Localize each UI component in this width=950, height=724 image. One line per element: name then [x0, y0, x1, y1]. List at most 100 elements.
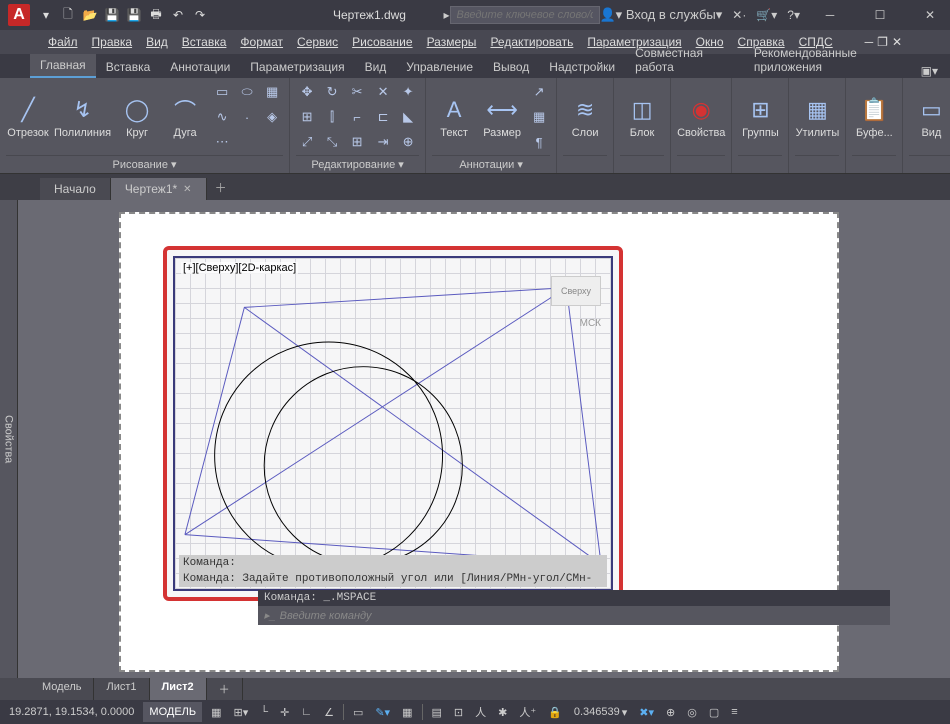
user-icon[interactable]: 👤▾ Вход в службы▾ — [600, 7, 723, 23]
tab-home[interactable]: Главная — [30, 54, 96, 78]
array-icon[interactable]: ⊞ — [346, 131, 368, 153]
tab-parametric[interactable]: Параметризация — [240, 56, 354, 78]
anno-autoscale-icon[interactable]: 人⁺ — [516, 702, 539, 722]
cmd-layers[interactable]: ≋Слои — [563, 95, 607, 139]
cmd-dimension[interactable]: ⟷Размер — [480, 95, 524, 139]
copy-icon[interactable]: ⊞ — [296, 106, 318, 128]
tab-start[interactable]: Начало — [40, 178, 111, 200]
tab-featured[interactable]: Рекомендованные приложения — [744, 42, 921, 78]
tab-output[interactable]: Вывод — [483, 56, 539, 78]
save-icon[interactable]: 💾 — [104, 7, 120, 23]
ribbon-options-icon[interactable]: ▣▾ — [921, 64, 938, 78]
saveas-icon[interactable]: 💾 — [126, 7, 142, 23]
clean-screen-icon[interactable]: ▢ — [706, 702, 722, 722]
redo-icon[interactable]: ↷ — [192, 7, 208, 23]
lock-ui-icon[interactable]: 🔒 — [545, 702, 565, 722]
cmd-arc[interactable]: ⌒Дуга — [163, 95, 207, 139]
cmd-circle[interactable]: ◯Круг — [115, 95, 159, 139]
more-icon[interactable]: ⋯ — [211, 131, 233, 153]
leader-icon[interactable]: ↗ — [528, 81, 550, 103]
dyn-input-icon[interactable]: ▭ — [350, 702, 366, 722]
view-cube[interactable]: Сверху — [551, 276, 601, 306]
plot-icon[interactable]: 🖶 — [148, 7, 164, 23]
menu-file[interactable]: Файл — [48, 35, 78, 49]
tab-model-space[interactable]: Модель — [30, 678, 94, 700]
tab-layout1[interactable]: Лист1 — [94, 678, 149, 700]
tab-collaborate[interactable]: Совместная работа — [625, 42, 744, 78]
scale-icon[interactable]: ⤡ — [321, 131, 343, 153]
ortho-icon[interactable]: └ — [257, 702, 271, 722]
rotate-icon[interactable]: ↻ — [321, 81, 343, 103]
tab-view[interactable]: Вид — [355, 56, 397, 78]
app-logo[interactable]: A — [8, 4, 30, 26]
new-tab-button[interactable]: ＋ — [207, 175, 235, 200]
tab-drawing1[interactable]: Чертеж1*✕ — [111, 178, 207, 200]
cmd-clipboard[interactable]: 📋Буфе... — [852, 95, 896, 139]
menu-dimension[interactable]: Размеры — [427, 35, 477, 49]
command-input[interactable]: ▸_Введите команду — [258, 606, 890, 625]
panel-modify-label[interactable]: Редактирование ▾ — [296, 155, 419, 171]
properties-palette[interactable]: Свойства — [0, 200, 18, 678]
cart-icon[interactable]: 🛒▾ — [756, 8, 777, 22]
close-button[interactable]: ✕ — [910, 0, 950, 30]
mtext-icon[interactable]: ¶ — [528, 131, 550, 153]
cmd-block[interactable]: ◫Блок — [620, 95, 664, 139]
tab-layout2[interactable]: Лист2 — [150, 678, 207, 700]
trim-icon[interactable]: ✂ — [346, 81, 368, 103]
minimize-button[interactable]: ─ — [810, 0, 850, 30]
cmd-properties[interactable]: ◉Свойства — [677, 95, 725, 139]
move-icon[interactable]: ✥ — [296, 81, 318, 103]
otrack-icon[interactable]: ∠ — [321, 702, 337, 722]
add-layout-button[interactable]: ＋ — [207, 678, 243, 700]
cmd-groups[interactable]: ⊞Группы — [738, 95, 782, 139]
ellipse-icon[interactable]: ⬭ — [236, 81, 258, 103]
annotation-visibility-icon[interactable]: ✱ — [495, 702, 510, 722]
explode-icon[interactable]: ✦ — [397, 81, 419, 103]
customize-icon[interactable]: ≡ — [728, 702, 740, 722]
table-icon[interactable]: ▦ — [528, 106, 550, 128]
extend-icon[interactable]: ⇥ — [372, 131, 394, 153]
annotation-scale-icon[interactable]: 人 — [472, 702, 489, 722]
menu-format[interactable]: Формат — [240, 35, 283, 49]
cmd-text[interactable]: AТекст — [432, 95, 476, 139]
quick-props-icon[interactable]: ▤ — [429, 702, 445, 722]
grid-toggle-icon[interactable]: ▦ — [208, 702, 224, 722]
tab-addins[interactable]: Надстройки — [539, 56, 625, 78]
cmd-line[interactable]: ╱Отрезок — [6, 95, 50, 139]
selection-cycling-icon[interactable]: ⊡ — [451, 702, 466, 722]
transparency-icon[interactable]: ▦ — [399, 702, 415, 722]
panel-annotation-label[interactable]: Аннотации ▾ — [432, 155, 550, 171]
point-icon[interactable]: · — [236, 106, 258, 128]
polar-icon[interactable]: ✛ — [277, 702, 292, 722]
stretch-icon[interactable]: ⤢ — [296, 131, 318, 153]
model-viewport[interactable]: [+][Сверху][2D-каркас] Сверху МСК Команд… — [163, 246, 623, 601]
isolate-icon[interactable]: ◎ — [684, 702, 700, 722]
erase-icon[interactable]: ✕ — [372, 81, 394, 103]
exchange-icon[interactable]: ✕· — [732, 8, 746, 22]
cmd-view[interactable]: ▭Вид — [909, 95, 950, 139]
menu-draw[interactable]: Рисование — [352, 35, 412, 49]
viewport-label[interactable]: [+][Сверху][2D-каркас] — [181, 262, 298, 274]
rect-icon[interactable]: ▭ — [211, 81, 233, 103]
tab-insert[interactable]: Вставка — [96, 56, 161, 78]
tab-annotate[interactable]: Аннотации — [160, 56, 240, 78]
tab-manage[interactable]: Управление — [396, 56, 483, 78]
close-tab-icon[interactable]: ✕ — [183, 184, 191, 195]
menu-edit[interactable]: Правка — [92, 35, 133, 49]
menu-insert[interactable]: Вставка — [182, 35, 227, 49]
maximize-button[interactable]: ☐ — [860, 0, 900, 30]
new-file-icon[interactable]: 🗋 — [60, 7, 76, 23]
open-icon[interactable]: 📂 — [82, 7, 98, 23]
cmd-polyline[interactable]: ↯Полилиния — [54, 95, 111, 139]
hatch-icon[interactable]: ▦ — [261, 81, 283, 103]
spline-icon[interactable]: ∿ — [211, 106, 233, 128]
offset-icon[interactable]: ⊏ — [372, 106, 394, 128]
viewport-scale[interactable]: 0.346539▾ — [571, 702, 630, 722]
menu-view[interactable]: Вид — [146, 35, 168, 49]
chamfer-icon[interactable]: ◣ — [397, 106, 419, 128]
space-toggle[interactable]: МОДЕЛЬ — [143, 702, 202, 722]
panel-draw-label[interactable]: Рисование ▾ — [6, 155, 283, 171]
lineweight-icon[interactable]: ✎▾ — [372, 702, 393, 722]
hardware-accel-icon[interactable]: ⊕ — [663, 702, 678, 722]
help-icon[interactable]: ?▾ — [787, 8, 800, 22]
